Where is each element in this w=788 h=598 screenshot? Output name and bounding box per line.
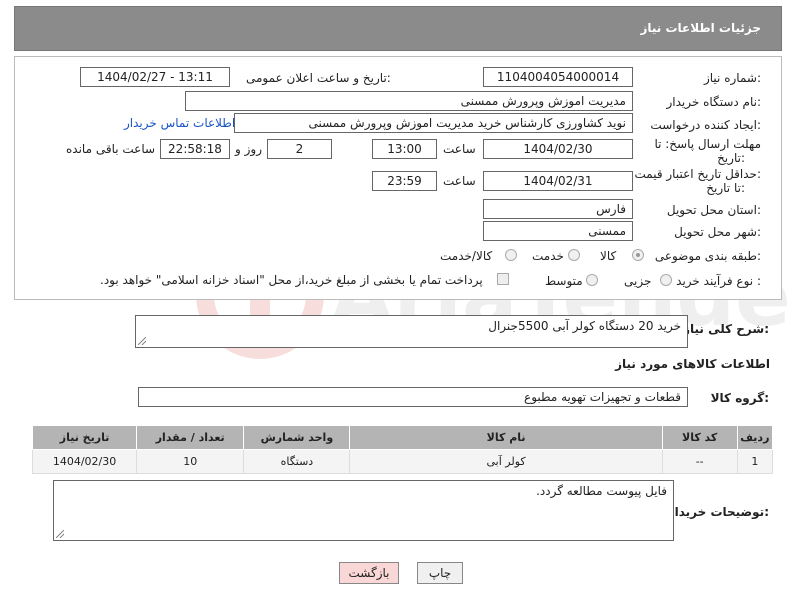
col-code: کد کالا	[661, 425, 738, 450]
description-field: خرید 20 دستگاه کولر آبی 5500جنرال	[135, 315, 688, 348]
cell-code: --	[661, 449, 738, 474]
page-title: جزئیات اطلاعات نیاز	[640, 21, 761, 35]
back-button[interactable]: بازگشت	[339, 562, 399, 584]
validity-label-2: تا تاریخ:	[706, 181, 745, 195]
cell-row: 1	[736, 449, 774, 474]
deadline-time-label: ساعت	[443, 142, 476, 156]
col-qty: تعداد / مقدار	[136, 425, 245, 450]
days-field: 2	[267, 139, 332, 159]
category-radio-goods-service[interactable]	[505, 249, 517, 261]
page-header: جزئیات اطلاعات نیاز	[14, 6, 782, 51]
creator-field: نوید کشاورزی کارشناس خرید مدیریت اموزش و…	[234, 113, 633, 133]
creator-label: ایجاد کننده درخواست:	[650, 118, 761, 132]
province-label: استان محل تحویل:	[666, 203, 761, 217]
buyer-notes-text: فایل پیوست مطالعه گردد.	[536, 484, 667, 498]
process-label: نوع فرآیند خرید :	[676, 274, 761, 288]
validity-time-label: ساعت	[443, 174, 476, 188]
table-row: 1 -- کولر آبی دستگاه 10 1404/02/30	[31, 449, 774, 474]
payment-note: پرداخت تمام یا بخشی از مبلغ خرید،از محل …	[100, 273, 483, 287]
cell-name: کولر آبی	[349, 449, 663, 474]
city-label: شهر محل تحویل:	[674, 225, 761, 239]
category-option-goods: کالا	[600, 249, 617, 263]
category-radio-service[interactable]	[568, 249, 580, 261]
goods-table: ردیف کد کالا نام کالا واحد شمارش تعداد /…	[31, 425, 774, 474]
resize-grip-icon[interactable]	[56, 530, 64, 538]
deadline-time-field: 13:00	[372, 139, 437, 159]
resize-grip-icon[interactable]	[138, 337, 146, 345]
payment-checkbox[interactable]	[497, 273, 509, 285]
category-option-service: خدمت	[532, 249, 564, 263]
goods-section-title: اطلاعات کالاهای مورد نیاز	[615, 357, 770, 371]
process-radio-minor[interactable]	[660, 274, 672, 286]
process-radio-medium[interactable]	[586, 274, 598, 286]
cell-qty: 10	[136, 449, 245, 474]
need-number-field: 1104004054000014	[483, 67, 633, 87]
deadline-date-field: 1404/02/30	[483, 139, 633, 159]
province-field: فارس	[483, 199, 633, 219]
process-option-minor: جزیی	[624, 274, 652, 288]
buyer-notes-label: توضیحات خریدار:	[667, 505, 769, 519]
print-button[interactable]: چاپ	[417, 562, 463, 584]
buyer-contact-link[interactable]: اطلاعات تماس خریدار	[124, 116, 235, 130]
deadline-label-2: تاریخ:	[717, 151, 745, 165]
process-option-medium: متوسط	[545, 274, 583, 288]
announce-date-label: تاریخ و ساعت اعلان عمومی:	[246, 71, 391, 85]
validity-date-field: 1404/02/31	[483, 171, 633, 191]
buyer-org-label: نام دستگاه خریدار:	[666, 95, 762, 109]
remaining-time-label: ساعت باقی مانده	[66, 142, 156, 156]
goods-group-field: قطعات و تجهیزات تهویه مطبوع	[138, 387, 688, 407]
days-label: روز و	[235, 142, 262, 156]
category-label: طبقه بندی موضوعی:	[654, 249, 761, 263]
col-name: نام کالا	[349, 425, 663, 450]
col-date: تاریخ نیاز	[31, 425, 138, 450]
buyer-org-field: مدیریت اموزش وپرورش ممسنی	[185, 91, 633, 111]
cell-date: 1404/02/30	[31, 449, 138, 474]
announce-date-field: 1404/02/27 - 13:11	[80, 67, 230, 87]
col-unit: واحد شمارش	[243, 425, 351, 450]
validity-time-field: 23:59	[372, 171, 437, 191]
cell-unit: دستگاه	[243, 449, 351, 474]
city-field: ممسنی	[483, 221, 633, 241]
need-number-label: شماره نیاز:	[703, 71, 761, 85]
col-row: ردیف	[736, 425, 774, 450]
validity-label: حداقل تاریخ اعتبار قیمت:	[634, 167, 761, 181]
description-label: شرح کلی نیاز:	[683, 322, 769, 336]
buyer-notes-field: فایل پیوست مطالعه گردد.	[53, 480, 674, 541]
category-radio-goods[interactable]	[632, 249, 644, 261]
goods-group-label: گروه کالا:	[710, 391, 769, 405]
remaining-time-field: 22:58:18	[160, 139, 230, 159]
deadline-label: مهلت ارسال پاسخ: تا	[654, 137, 761, 151]
description-text: خرید 20 دستگاه کولر آبی 5500جنرال	[488, 319, 681, 333]
category-option-goods-service: کالا/خدمت	[440, 249, 493, 263]
